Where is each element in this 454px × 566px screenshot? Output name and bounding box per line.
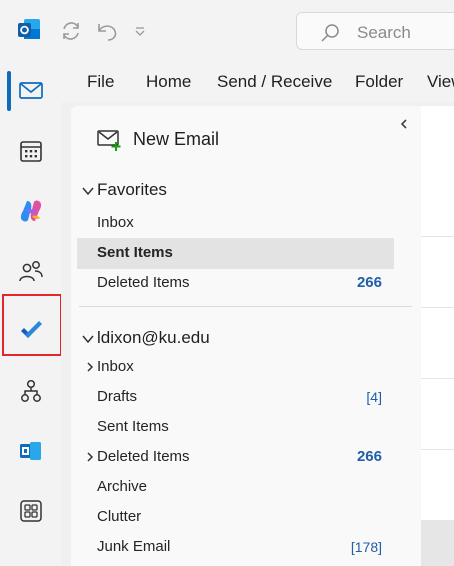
section-divider xyxy=(79,306,412,307)
favorite-inbox[interactable]: Inbox xyxy=(97,214,134,231)
new-email-icon[interactable] xyxy=(97,128,123,152)
chevron-right-icon[interactable] xyxy=(84,361,96,373)
undo-icon[interactable] xyxy=(95,20,119,42)
rail-apps[interactable] xyxy=(0,420,61,480)
search-placeholder: Search xyxy=(357,23,411,42)
mail-icon xyxy=(19,82,43,99)
folder-deleted-items[interactable]: Deleted Items xyxy=(97,448,190,465)
message-separator xyxy=(421,378,454,379)
org-explorer-icon xyxy=(21,379,41,402)
account-label: ldixon@ku.edu xyxy=(97,328,210,347)
rail-mail[interactable] xyxy=(0,60,61,120)
tab-send-receive[interactable]: Send / Receive xyxy=(217,72,332,92)
message-separator xyxy=(421,307,454,308)
message-list-footer xyxy=(421,520,454,566)
rail-people[interactable] xyxy=(0,240,61,300)
collapse-pane-icon[interactable] xyxy=(398,118,410,130)
folder-sent-items[interactable]: Sent Items xyxy=(97,418,169,435)
folder-junk-email[interactable]: Junk Email xyxy=(97,538,170,555)
favorite-deleted-items[interactable]: Deleted Items xyxy=(97,274,190,291)
folder-deleted-items-count: 266 xyxy=(356,448,382,465)
to-do-highlight-box xyxy=(2,294,62,356)
favorite-sent-items[interactable]: Sent Items xyxy=(97,244,173,261)
outlook-logo-icon[interactable] xyxy=(17,17,41,43)
tab-view[interactable]: View xyxy=(427,72,454,92)
favorite-deleted-items-count: 266 xyxy=(356,274,382,291)
folder-inbox[interactable]: Inbox xyxy=(97,358,134,375)
people-icon xyxy=(19,261,43,282)
new-email-button[interactable]: New Email xyxy=(133,129,219,150)
folder-junk-email-count: [178] xyxy=(350,539,382,555)
chevron-down-icon xyxy=(82,335,94,343)
folder-drafts-count: [4] xyxy=(366,389,382,405)
folder-clutter[interactable]: Clutter xyxy=(97,508,141,525)
tab-home[interactable]: Home xyxy=(146,72,191,92)
apps-icon xyxy=(20,442,41,460)
message-separator xyxy=(421,236,454,237)
folder-drafts[interactable]: Drafts xyxy=(97,388,137,405)
copilot-icon xyxy=(20,200,42,222)
sync-icon[interactable] xyxy=(59,20,83,42)
rail-copilot[interactable] xyxy=(0,180,61,240)
tab-folder[interactable]: Folder xyxy=(355,72,403,92)
calendar-icon xyxy=(20,141,42,162)
folder-archive[interactable]: Archive xyxy=(97,478,147,495)
rail-org-explorer[interactable] xyxy=(0,360,61,420)
message-list-edge xyxy=(421,106,454,566)
rail-calendar[interactable] xyxy=(0,120,61,180)
message-separator xyxy=(421,449,454,450)
title-bar: Search xyxy=(0,0,454,60)
tab-file[interactable]: File xyxy=(87,72,114,92)
search-input[interactable]: Search xyxy=(296,12,454,50)
ribbon-tabs: File Home Send / Receive Folder View xyxy=(61,60,454,102)
account-header[interactable]: ldixon@ku.edu xyxy=(81,328,210,348)
favorites-label: Favorites xyxy=(97,180,167,199)
chevron-down-icon[interactable] xyxy=(132,20,148,42)
more-apps-icon xyxy=(20,500,42,522)
chevron-right-icon[interactable] xyxy=(84,451,96,463)
favorites-header[interactable]: Favorites xyxy=(81,180,167,200)
chevron-down-icon xyxy=(82,187,94,195)
search-icon xyxy=(321,24,339,42)
rail-more-apps[interactable] xyxy=(0,480,61,540)
